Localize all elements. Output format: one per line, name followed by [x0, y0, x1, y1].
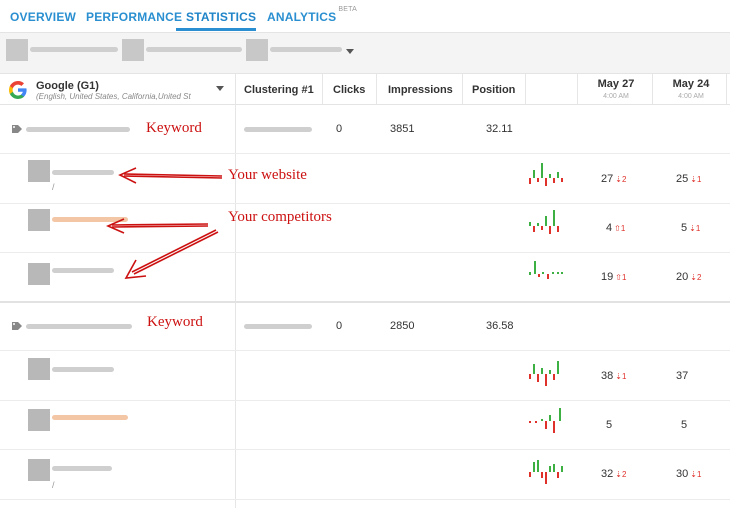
annotation-your-website: Your website	[228, 167, 307, 183]
annotation-your-competitors: Your competitors	[228, 209, 332, 225]
arrow-competitor-2	[131, 229, 217, 273]
arrow-competitor-1	[111, 223, 209, 226]
annotation-arrows	[106, 167, 223, 279]
